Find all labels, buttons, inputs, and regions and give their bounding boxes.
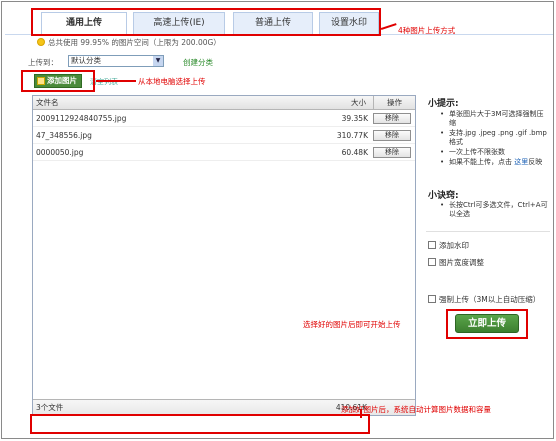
- remove-button[interactable]: 移除: [373, 130, 411, 141]
- file-name: 2009112924840755.jpg: [36, 114, 127, 123]
- resize-option[interactable]: 图片宽度调整: [428, 257, 484, 268]
- tip-item: 支持.jpg .jpeg .png .gif .bmp格式: [438, 129, 550, 147]
- tips-list: 单张图片大于3M可选择强制压缩 支持.jpg .jpeg .png .gif .…: [438, 110, 550, 168]
- tip-item: 一次上传不限张数: [438, 148, 550, 157]
- tricks-title: 小诀窍:: [428, 191, 459, 201]
- annotation-start: 选择好的图片后即可开始上传: [303, 320, 401, 329]
- file-size: 39.35K: [341, 114, 368, 123]
- header-filename: 文件名: [36, 98, 59, 107]
- tip-item: 如果不能上传，点击 这里反映: [438, 158, 550, 167]
- category-select[interactable]: 默认分类 ▼: [68, 55, 164, 67]
- annotation-arrow: [96, 80, 136, 82]
- table-header: 文件名 大小 操作: [33, 96, 415, 110]
- file-size: 310.77K: [336, 131, 368, 140]
- resize-checkbox[interactable]: [428, 258, 436, 266]
- annotation-tabs: 4种图片上传方式: [398, 26, 456, 35]
- tips-title: 小提示:: [428, 99, 459, 109]
- watermark-label: 添加水印: [439, 241, 469, 250]
- annotation-box-tabs: [31, 8, 381, 36]
- annotation-add: 从本地电脑选择上传: [138, 77, 206, 86]
- resize-label: 图片宽度调整: [439, 258, 484, 267]
- lightbulb-icon: [37, 38, 45, 46]
- upload-to-label: 上传到：: [28, 58, 58, 67]
- force-upload-label: 强制上传（3M以上自动压缩）: [439, 295, 541, 304]
- create-category-link[interactable]: 创建分类: [183, 57, 213, 68]
- feedback-link[interactable]: 这里: [514, 158, 528, 166]
- watermark-option[interactable]: 添加水印: [428, 240, 469, 251]
- tip-item: 单张图片大于3M可选择强制压缩: [438, 110, 550, 128]
- tip-text: 如果不能上传，点击: [449, 158, 512, 166]
- trick-item: 长按Ctrl可多选文件，Ctrl+A可以全选: [438, 201, 550, 219]
- space-usage: 总共使用 99.95% 的图片空间（上限为 200.00G）: [37, 37, 221, 48]
- annotation-box-add: [21, 70, 95, 92]
- remove-button[interactable]: 移除: [373, 147, 411, 158]
- category-selected: 默认分类: [71, 56, 101, 65]
- options-divider: [426, 231, 550, 232]
- file-size: 60.48K: [341, 148, 368, 157]
- file-name: 47_348556.jpg: [36, 131, 92, 140]
- chevron-down-icon[interactable]: ▼: [153, 56, 163, 66]
- usage-text: 总共使用 99.95% 的图片空间（上限为 200.00G）: [48, 38, 221, 47]
- table-row: 0000050.jpg 60.48K 移除: [33, 145, 415, 161]
- file-name: 0000050.jpg: [36, 148, 84, 157]
- header-size: 大小: [351, 98, 366, 107]
- force-upload-option[interactable]: 强制上传（3M以上自动压缩）: [428, 294, 540, 305]
- annotation-box-footer: [30, 414, 370, 434]
- table-row: 2009112924840755.jpg 39.35K 移除: [33, 111, 415, 127]
- tricks-list: 长按Ctrl可多选文件，Ctrl+A可以全选: [438, 201, 550, 219]
- header-action: 操作: [373, 96, 415, 109]
- file-count: 3个文件: [36, 403, 64, 412]
- annotation-box-start: [446, 309, 528, 339]
- force-upload-checkbox[interactable]: [428, 295, 436, 303]
- file-table: 文件名 大小 操作 2009112924840755.jpg 39.35K 移除…: [32, 95, 416, 416]
- annotation-footer: 添加好图片后，系统自动计算图片数据和容量: [341, 405, 491, 414]
- remove-button[interactable]: 移除: [373, 113, 411, 124]
- table-row: 47_348556.jpg 310.77K 移除: [33, 128, 415, 144]
- watermark-checkbox[interactable]: [428, 241, 436, 249]
